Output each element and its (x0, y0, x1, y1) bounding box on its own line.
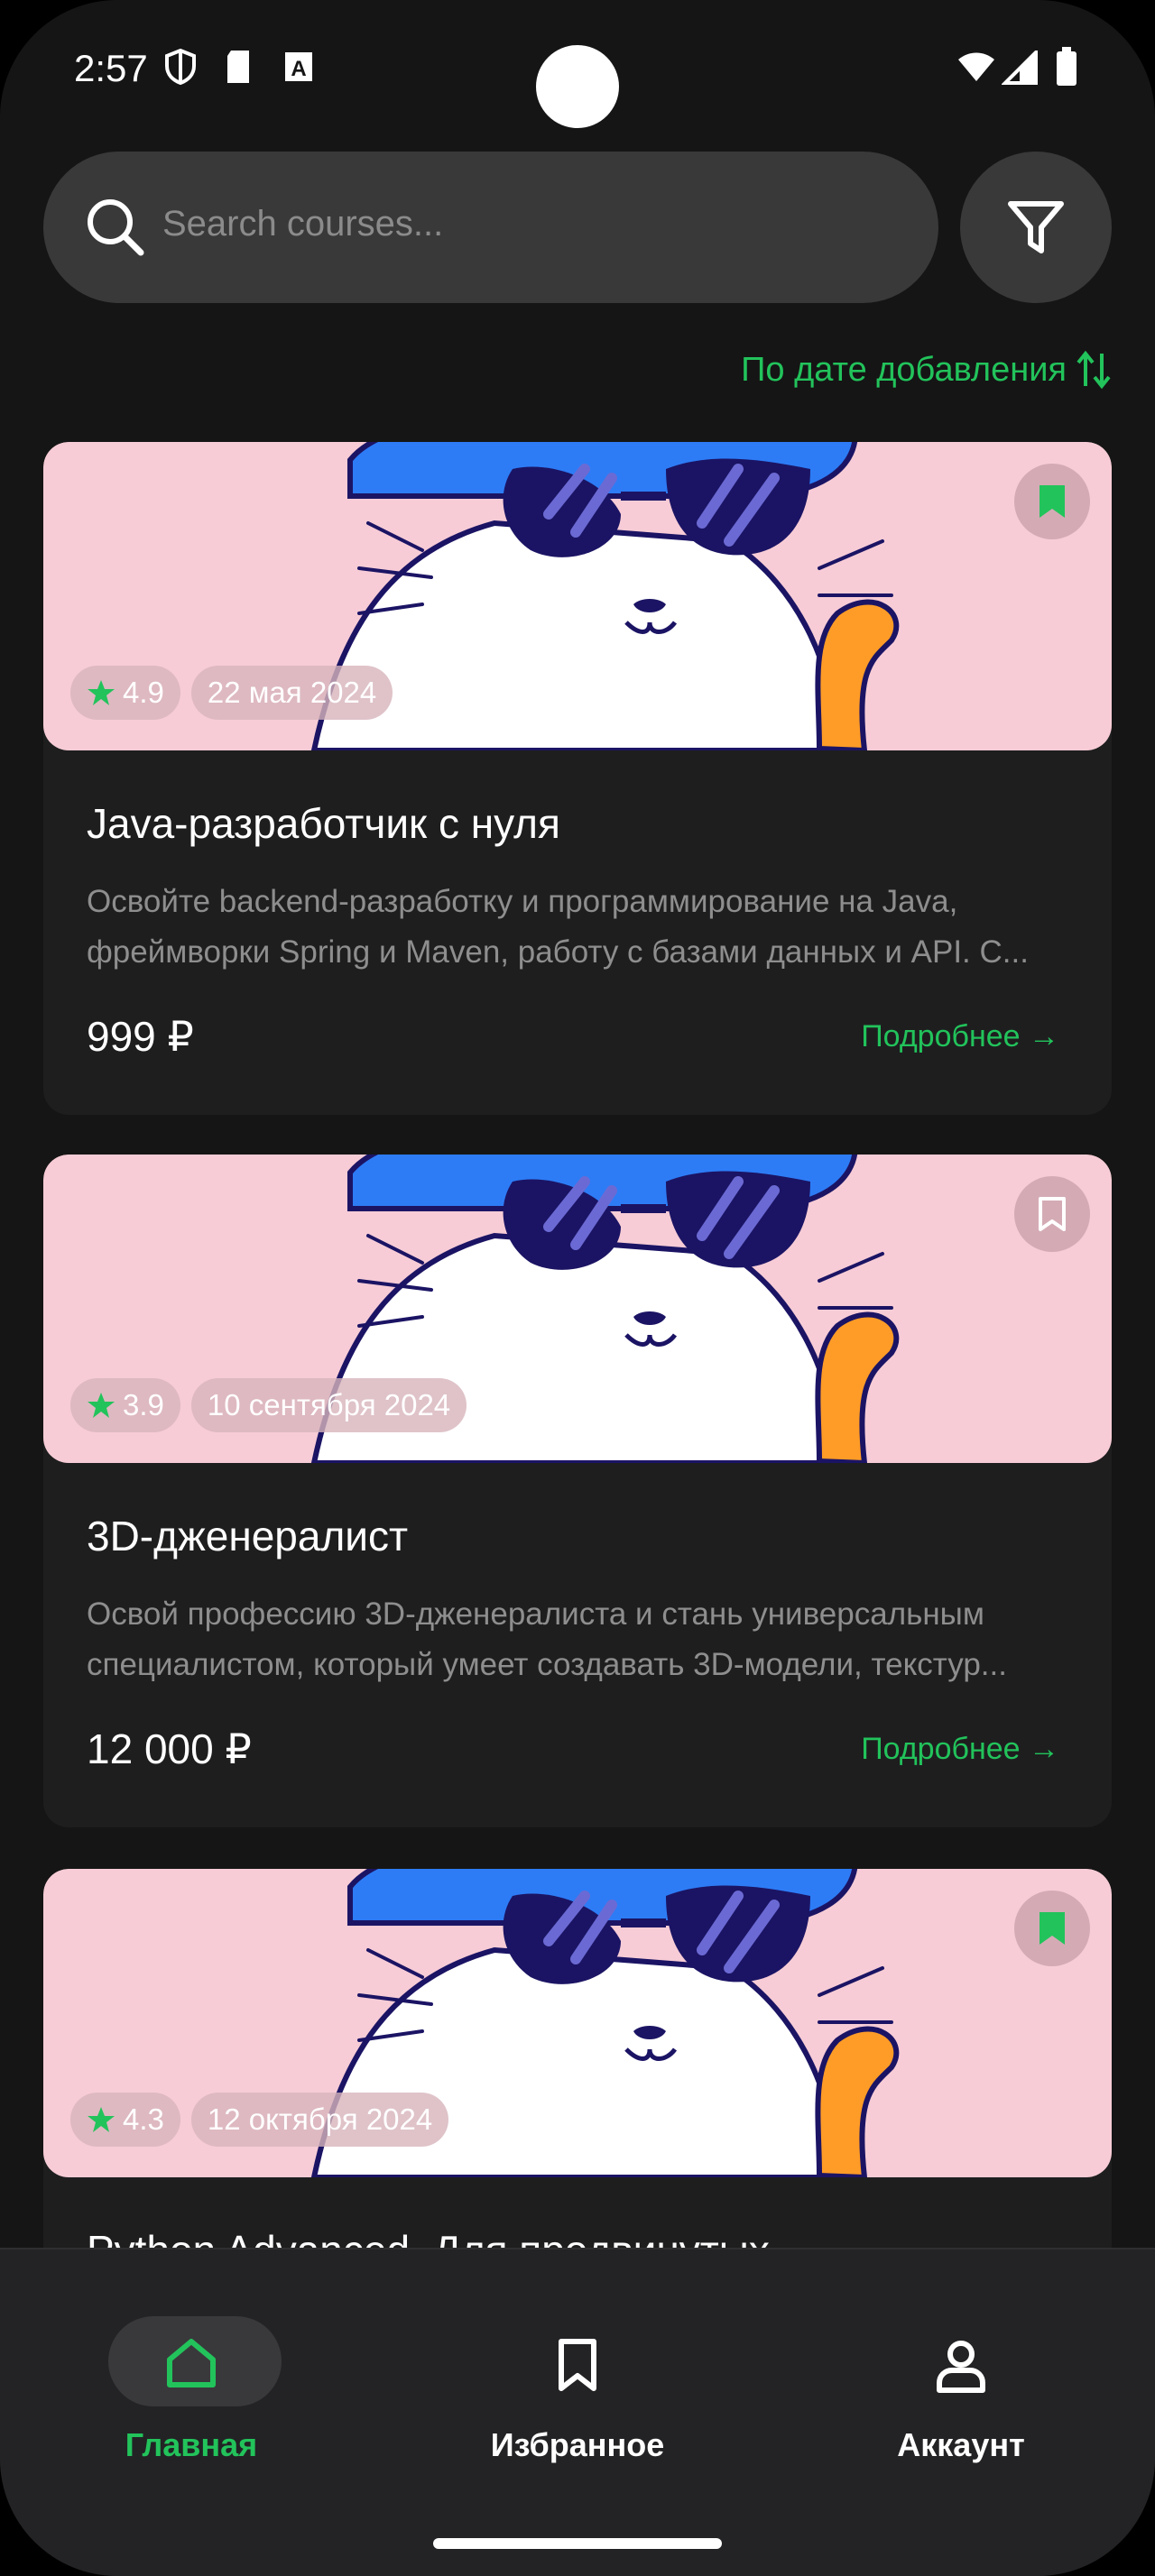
date-badge: 12 октября 2024 (190, 2093, 449, 2147)
user-icon (937, 2341, 985, 2393)
course-meta: 3.9 10 сентября 2024 (70, 1378, 467, 1432)
course-cover: 4.9 22 мая 2024 (43, 442, 1112, 750)
arrow-right-icon: → (1029, 1732, 1059, 1766)
course-cover: 3.9 10 сентября 2024 (43, 1155, 1112, 1463)
date-badge: 10 сентября 2024 (190, 1378, 467, 1432)
status-bar: 2:57 A (0, 0, 1155, 144)
star-icon (88, 2107, 115, 2132)
course-meta: 4.3 12 октября 2024 (70, 2093, 449, 2147)
rating-badge: 4.9 (70, 666, 180, 720)
bookmark-filled-icon (1040, 485, 1065, 518)
filter-button[interactable] (960, 152, 1112, 303)
sd-card-icon (227, 51, 249, 83)
course-cover: 4.3 12 октября 2024 (43, 1869, 1112, 2177)
bookmark-button[interactable] (1014, 1891, 1090, 1966)
nav-label: Главная (125, 2426, 258, 2463)
course-card[interactable]: 3.9 10 сентября 2024 3D-дженералист Осво… (43, 1155, 1112, 1827)
battery-icon (1057, 47, 1076, 86)
bookmark-filled-icon (1040, 1912, 1065, 1945)
home-icon (167, 2339, 216, 2387)
bottom-navigation: Главная Избранное Аккаунт (0, 2248, 1155, 2576)
course-title: Java-разработчик с нуля (87, 800, 560, 847)
date-badge: 22 мая 2024 (190, 666, 393, 720)
filter-icon (1008, 201, 1064, 253)
details-link[interactable]: Подробнее → (861, 1019, 1059, 1054)
search-field[interactable]: Search courses... (43, 152, 938, 303)
sort-arrows-icon (1076, 350, 1111, 390)
details-label: Подробнее (861, 1732, 1021, 1766)
font-a-icon: A (285, 52, 312, 81)
home-indicator[interactable] (433, 2538, 722, 2549)
course-meta: 4.9 22 мая 2024 (70, 666, 393, 720)
star-icon (88, 680, 115, 705)
rating-badge: 4.3 (70, 2093, 180, 2147)
rating-badge: 3.9 (70, 1378, 180, 1432)
signal-icon (1002, 51, 1038, 85)
status-time: 2:57 (74, 47, 148, 89)
nav-label: Избранное (490, 2426, 665, 2463)
sort-label: По дате добавления (741, 350, 1067, 389)
arrow-right-icon: → (1029, 1019, 1059, 1053)
rating-value: 3.9 (123, 1388, 164, 1421)
details-label: Подробнее (861, 1019, 1021, 1053)
bookmark-outline-icon (1039, 1197, 1066, 1231)
bookmark-button[interactable] (1014, 1176, 1090, 1252)
bookmark-button[interactable] (1014, 464, 1090, 539)
course-title: 3D-дженералист (87, 1513, 409, 1559)
rating-value: 4.3 (123, 2102, 164, 2136)
front-camera (536, 45, 619, 128)
search-placeholder: Search courses... (162, 204, 444, 244)
course-price: 999 ₽ (87, 1013, 194, 1060)
course-card[interactable]: 4.9 22 мая 2024 Java-разработчик с нуля … (43, 442, 1112, 1115)
wifi-icon (958, 52, 994, 81)
svg-text:A: A (291, 57, 306, 81)
nav-label: Аккаунт (897, 2426, 1025, 2463)
rating-value: 4.9 (123, 676, 164, 709)
search-icon (88, 199, 144, 256)
app-screen: 2:57 A Search courses... По дате добавле… (0, 0, 1155, 2576)
course-description: Освой профессию 3D-дженералиста и стань … (87, 1596, 1007, 1682)
sort-toggle[interactable]: По дате добавления (741, 350, 1112, 390)
star-icon (88, 1393, 115, 1418)
bookmark-icon (559, 2339, 596, 2391)
shield-icon (165, 49, 196, 85)
course-description: Освойте backend-разработку и программиро… (87, 884, 1029, 970)
course-price: 12 000 ₽ (87, 1725, 252, 1772)
details-link[interactable]: Подробнее → (861, 1732, 1059, 1767)
